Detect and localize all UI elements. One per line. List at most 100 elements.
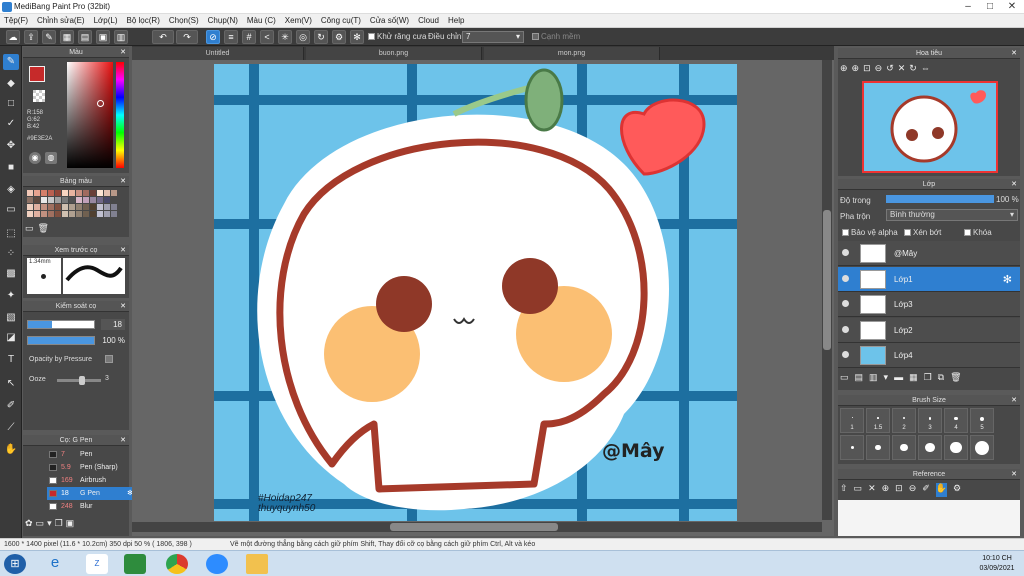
menu-help[interactable]: Help xyxy=(448,16,464,25)
brush-size-cell[interactable]: 4 xyxy=(944,408,968,433)
copy-layer-icon[interactable]: ❐ xyxy=(924,372,932,386)
palette-swatch[interactable] xyxy=(90,197,96,203)
menu-window[interactable]: Cửa số(W) xyxy=(370,16,409,25)
soft-edge-checkbox[interactable]: Cạnh mềm xyxy=(532,32,580,41)
fill-tool-icon[interactable]: ◈ xyxy=(3,182,19,198)
cloud-icon[interactable]: ☁ xyxy=(6,30,20,44)
operation-tool-icon[interactable]: ↖ xyxy=(3,376,19,392)
brush-size-cell[interactable] xyxy=(892,435,916,460)
palette-swatch[interactable] xyxy=(34,211,40,217)
redo-icon[interactable]: ↷ xyxy=(176,30,198,44)
close-icon[interactable]: ✕ xyxy=(1011,469,1017,480)
palette-swatch[interactable] xyxy=(69,190,75,196)
palette-swatch[interactable] xyxy=(111,211,117,217)
toolbar-icon[interactable]: ▥ xyxy=(114,30,128,44)
close-icon[interactable]: ✕ xyxy=(120,245,126,256)
brush-size-slider[interactable] xyxy=(27,320,95,329)
palette-swatch[interactable] xyxy=(104,190,110,196)
palette-swatch[interactable] xyxy=(69,204,75,210)
eye-icon[interactable] xyxy=(842,300,849,307)
palette-swatch[interactable] xyxy=(27,204,33,210)
eye-icon[interactable] xyxy=(842,326,849,333)
ooze-slider[interactable] xyxy=(57,376,101,385)
open-reference-icon[interactable]: ⇧ xyxy=(840,483,848,497)
rotate-right-icon[interactable]: ↻ xyxy=(909,63,917,77)
folder-icon[interactable]: ▬ xyxy=(894,372,903,386)
select-tool-icon[interactable]: ✓ xyxy=(3,116,19,132)
close-icon[interactable]: ✕ xyxy=(1011,395,1017,406)
brush-size-cell[interactable] xyxy=(970,435,994,460)
palette-swatch[interactable] xyxy=(41,204,47,210)
palette-swatch[interactable] xyxy=(27,190,33,196)
save-cloud-icon[interactable]: ⇪ xyxy=(24,30,38,44)
snap-parallel-icon[interactable]: ≡ xyxy=(224,30,238,44)
palette-swatch[interactable] xyxy=(41,197,47,203)
reset-icon[interactable]: ✕ xyxy=(898,63,906,77)
close-icon[interactable]: ✕ xyxy=(120,435,126,446)
close-icon[interactable]: ✕ xyxy=(120,47,126,58)
close-icon[interactable]: ✕ xyxy=(120,176,126,187)
palette-swatch[interactable] xyxy=(62,211,68,217)
merge-layer-icon[interactable]: ⧉ xyxy=(938,372,944,386)
reference-image-area[interactable] xyxy=(838,500,1020,536)
brush-size-cell[interactable]: 1.5 xyxy=(866,408,890,433)
layer-row[interactable]: Lớp2 xyxy=(838,318,1020,343)
new-8bit-layer-icon[interactable]: ▥ xyxy=(869,372,878,386)
palette-swatch[interactable] xyxy=(55,197,61,203)
palette-swatch[interactable] xyxy=(90,211,96,217)
palette-swatch[interactable] xyxy=(55,190,61,196)
menu-color[interactable]: Màu (C) xyxy=(247,16,276,25)
list-item[interactable]: 18 G Pen ✻ xyxy=(47,487,137,500)
snap-settings-icon[interactable]: ⚙ xyxy=(332,30,346,44)
palette-swatch[interactable] xyxy=(69,211,75,217)
magic-wand-icon[interactable]: ⁘ xyxy=(3,246,19,262)
reference-settings-icon[interactable]: ⚙ xyxy=(953,483,961,497)
palette-swatch[interactable] xyxy=(83,197,89,203)
palette-swatch[interactable] xyxy=(76,211,82,217)
list-item[interactable]: 248 Blur xyxy=(47,500,137,513)
close-icon[interactable]: ✕ xyxy=(120,301,126,312)
brush-size-cell[interactable]: 1 xyxy=(840,408,864,433)
new-palette-icon[interactable]: ▭ xyxy=(25,223,34,234)
artwork-canvas[interactable]: @Mây #Hoidap247 thuyquynh50 xyxy=(214,64,737,521)
vertical-scrollbar[interactable] xyxy=(822,60,832,520)
menu-layer[interactable]: Lớp(L) xyxy=(94,16,118,25)
palette-swatch[interactable] xyxy=(62,204,68,210)
new-layer-icon[interactable]: ▭ xyxy=(840,372,849,386)
scroll-thumb[interactable] xyxy=(823,210,831,350)
menu-file[interactable]: Tệp(F) xyxy=(4,16,28,25)
palette-swatch[interactable] xyxy=(55,204,61,210)
close-icon[interactable]: ✕ xyxy=(1006,1,1018,13)
palette-swatch[interactable] xyxy=(62,190,68,196)
hue-slider[interactable] xyxy=(116,62,124,168)
list-item[interactable]: 7 Pen xyxy=(47,448,137,461)
brush-tool-icon[interactable]: ✎ xyxy=(3,54,19,70)
maximize-icon[interactable]: □ xyxy=(984,1,996,13)
brush-size-cell[interactable] xyxy=(866,435,890,460)
delete-layer-icon[interactable]: 🗑 xyxy=(950,372,961,386)
snap-radial-icon[interactable]: ✳ xyxy=(278,30,292,44)
color-settings-icon[interactable]: ◍ xyxy=(45,152,57,164)
tab-untitled[interactable]: Untitled xyxy=(132,47,304,60)
list-item[interactable]: 169 Airbrush xyxy=(47,474,137,487)
palette-swatch[interactable] xyxy=(69,197,75,203)
menu-filter[interactable]: Bộ lọc(R) xyxy=(127,16,160,25)
adjust-select[interactable]: 7 ▾ xyxy=(462,31,524,43)
brush-menu-icon[interactable]: ▾ xyxy=(47,518,52,532)
comment-icon[interactable]: ✎ xyxy=(42,30,56,44)
transparent-swatch[interactable] xyxy=(33,90,45,102)
palette-swatch[interactable] xyxy=(55,211,61,217)
palette-swatch[interactable] xyxy=(27,197,33,203)
palette-swatch[interactable] xyxy=(111,190,117,196)
picker-handle[interactable] xyxy=(97,100,104,107)
palette-swatch[interactable] xyxy=(83,204,89,210)
eye-icon[interactable] xyxy=(842,351,849,358)
brush-opacity-slider[interactable] xyxy=(27,336,95,345)
antialias-checkbox[interactable]: Khử răng cưa xyxy=(368,32,426,41)
palette-swatch[interactable] xyxy=(97,190,103,196)
color-wheel-icon[interactable]: ◉ xyxy=(29,152,41,164)
shape-tool-icon[interactable]: ■ xyxy=(3,160,19,176)
fit-icon[interactable]: ⊡ xyxy=(863,63,871,77)
app-icon[interactable] xyxy=(124,554,146,574)
palette-swatch[interactable] xyxy=(83,211,89,217)
